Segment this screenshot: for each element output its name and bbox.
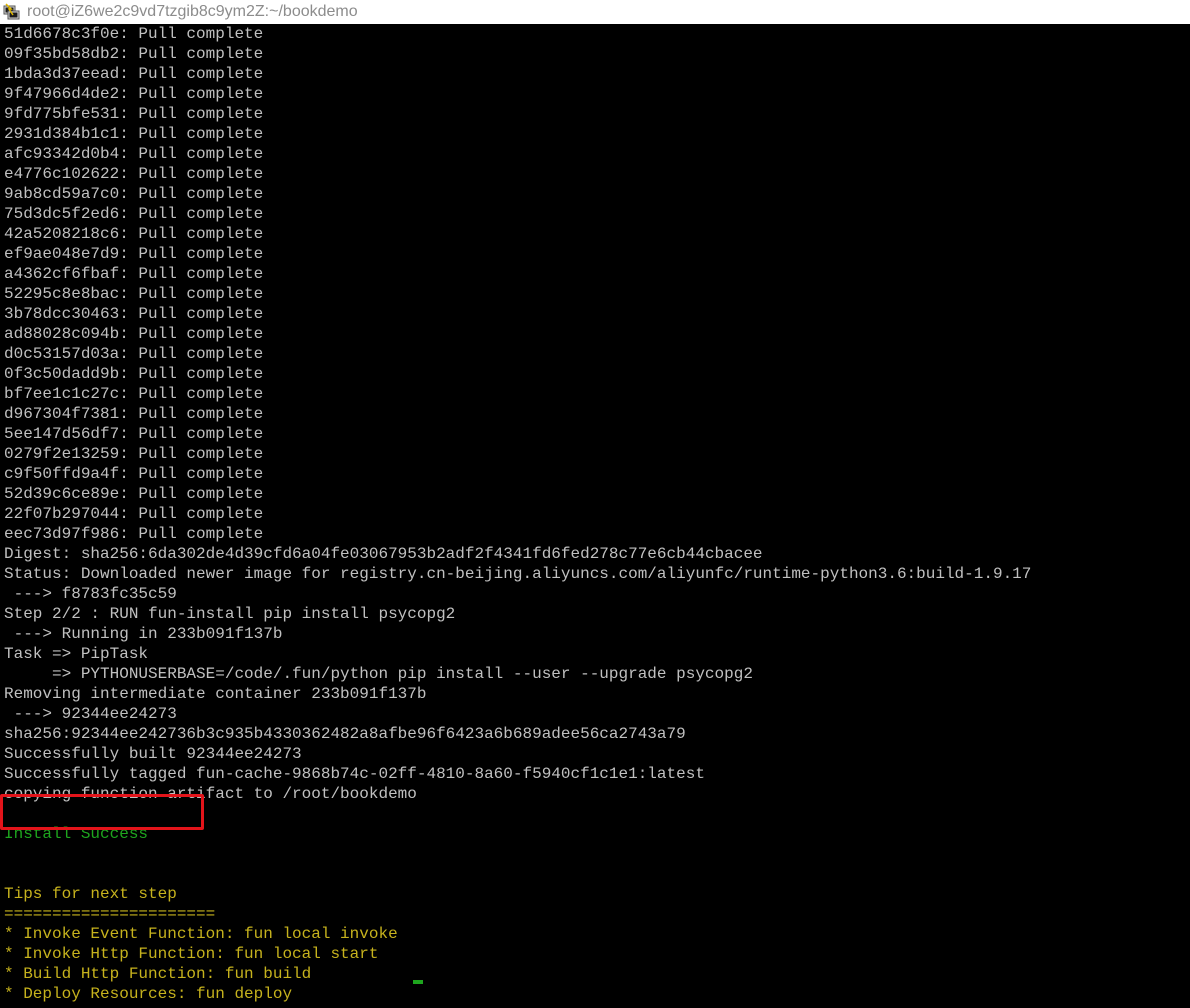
terminal-line: e4776c102622: Pull complete [4, 165, 264, 183]
terminal-line: 22f07b297044: Pull complete [4, 505, 264, 523]
terminal-line: ---> 92344ee24273 [4, 705, 177, 723]
terminal-line: d967304f7381: Pull complete [4, 405, 264, 423]
title-bar[interactable]: root@iZ6we2c9vd7tzgib8c9ym2Z:~/bookdemo [0, 0, 1190, 24]
terminal-line: 9fd775bfe531: Pull complete [4, 105, 264, 123]
terminal-line: * Build Http Function: fun build [4, 965, 312, 983]
terminal-line: afc93342d0b4: Pull complete [4, 145, 264, 163]
terminal-line: 52d39c6ce89e: Pull complete [4, 485, 264, 503]
terminal-line: 9f47966d4de2: Pull complete [4, 85, 264, 103]
terminal-window: root@iZ6we2c9vd7tzgib8c9ym2Z:~/bookdemo … [0, 0, 1190, 1008]
terminal-line: Removing intermediate container 233b091f… [4, 685, 427, 703]
terminal-line: 2931d384b1c1: Pull complete [4, 125, 264, 143]
terminal-output[interactable]: 51d6678c3f0e: Pull complete 09f35bd58db2:… [0, 24, 1190, 1008]
terminal-line: ef9ae048e7d9: Pull complete [4, 245, 264, 263]
terminal-line: 5ee147d56df7: Pull complete [4, 425, 264, 443]
terminal-line: d0c53157d03a: Pull complete [4, 345, 264, 363]
putty-terminal-icon[interactable] [3, 3, 21, 21]
terminal-line: 9ab8cd59a7c0: Pull complete [4, 185, 264, 203]
terminal-line: ====================== [4, 905, 216, 923]
terminal-line: Successfully tagged fun-cache-9868b74c-0… [4, 765, 705, 783]
terminal-line: Task => PipTask [4, 645, 149, 663]
terminal-line: 1bda3d37eead: Pull complete [4, 65, 264, 83]
terminal-line: * Deploy Resources: fun deploy [4, 985, 293, 1003]
terminal-line: Install Success [4, 825, 149, 843]
terminal-line: Step 2/2 : RUN fun-install pip install p… [4, 605, 456, 623]
terminal-line: bf7ee1c1c27c: Pull complete [4, 385, 264, 403]
terminal-line: 0279f2e13259: Pull complete [4, 445, 264, 463]
terminal-line: 09f35bd58db2: Pull complete [4, 45, 264, 63]
terminal-line: a4362cf6fbaf: Pull complete [4, 265, 264, 283]
window-title: root@iZ6we2c9vd7tzgib8c9ym2Z:~/bookdemo [27, 3, 358, 20]
terminal-line: * Invoke Http Function: fun local start [4, 945, 379, 963]
terminal-line: * Invoke Event Function: fun local invok… [4, 925, 398, 943]
terminal-line: => PYTHONUSERBASE=/code/.fun/python pip … [4, 665, 753, 683]
terminal-line: ---> Running in 233b091f137b [4, 625, 283, 643]
terminal-line: Digest: sha256:6da302de4d39cfd6a04fe0306… [4, 545, 763, 563]
terminal-line: 3b78dcc30463: Pull complete [4, 305, 264, 323]
terminal-line: 0f3c50dadd9b: Pull complete [4, 365, 264, 383]
terminal-line: c9f50ffd9a4f: Pull complete [4, 465, 264, 483]
terminal-line: ad88028c094b: Pull complete [4, 325, 264, 343]
terminal-line: copying function artifact to /root/bookd… [4, 785, 417, 803]
terminal-line: Successfully built 92344ee24273 [4, 745, 302, 763]
terminal-line: eec73d97f986: Pull complete [4, 525, 264, 543]
terminal-line: 52295c8e8bac: Pull complete [4, 285, 264, 303]
terminal-cursor [413, 980, 423, 984]
terminal-line: 51d6678c3f0e: Pull complete [4, 25, 264, 43]
terminal-line: Tips for next step [4, 885, 177, 903]
terminal-line: 42a5208218c6: Pull complete [4, 225, 264, 243]
terminal-line: 75d3dc5f2ed6: Pull complete [4, 205, 264, 223]
terminal-line: ---> f8783fc35c59 [4, 585, 177, 603]
terminal-line: sha256:92344ee242736b3c935b4330362482a8a… [4, 725, 686, 743]
terminal-line: Status: Downloaded newer image for regis… [4, 565, 1032, 583]
